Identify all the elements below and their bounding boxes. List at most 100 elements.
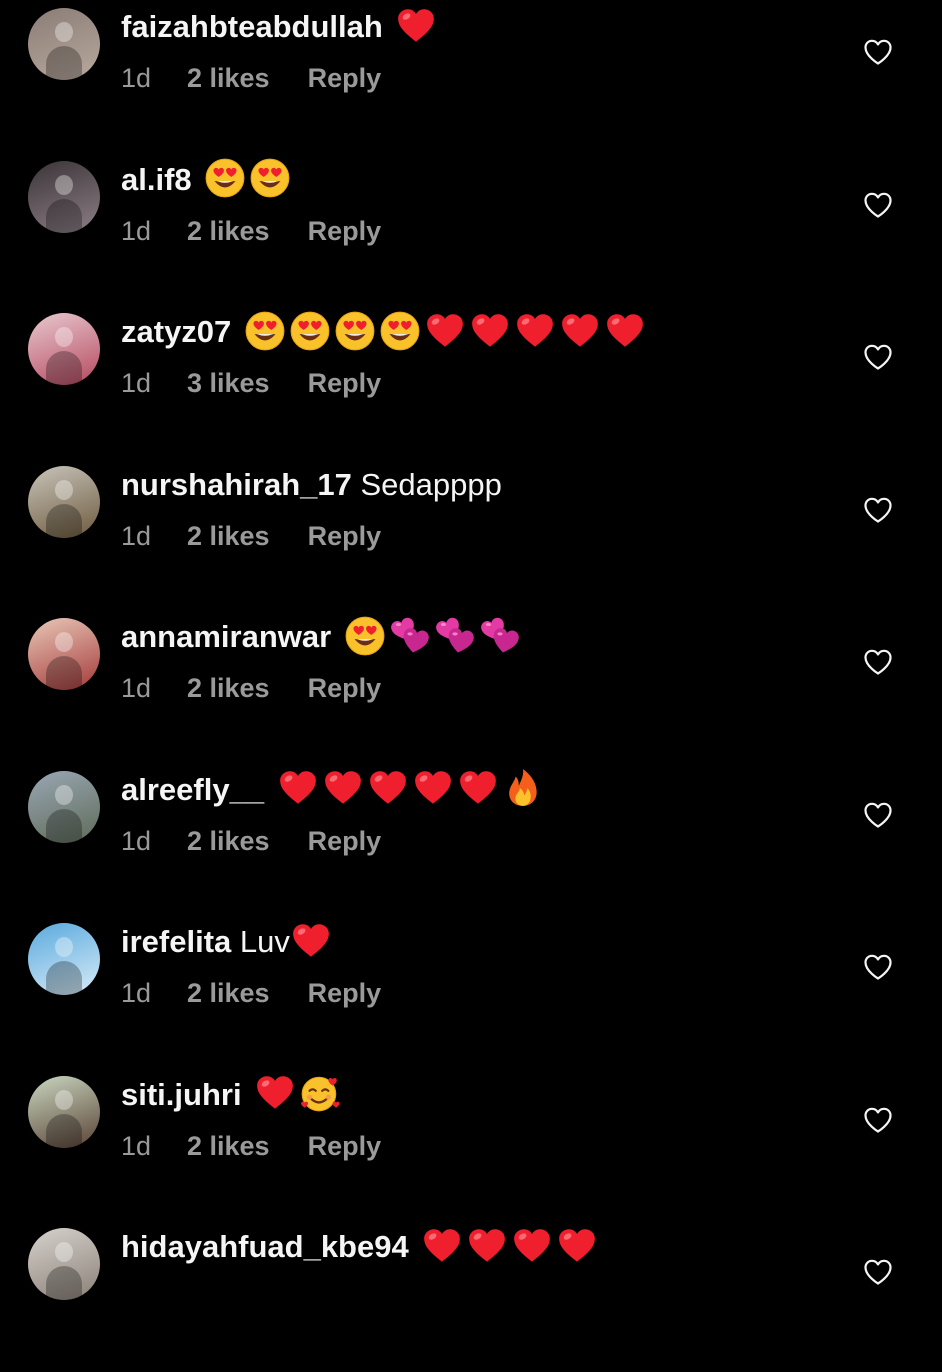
likes-count[interactable]: 3 likes bbox=[187, 365, 270, 401]
comment-row: siti.juhri 1d 2 likes Reply bbox=[0, 1068, 942, 1220]
avatar[interactable] bbox=[28, 1075, 100, 1148]
comment-row: hidayahfuad_kbe94 bbox=[0, 1220, 942, 1372]
red-heart-emoji-icon bbox=[466, 1225, 508, 1267]
red-heart-emoji-icon bbox=[469, 310, 511, 352]
comment-row: faizahbteabdullah 1d 2 likes Reply bbox=[0, 0, 942, 152]
likes-count[interactable]: 2 likes bbox=[187, 518, 270, 554]
comment-text: Sedapppp bbox=[360, 466, 502, 502]
timestamp: 1d bbox=[121, 978, 152, 1008]
red-heart-emoji-icon bbox=[277, 767, 319, 809]
username[interactable]: irefelita bbox=[121, 924, 231, 959]
likes-count[interactable]: 2 likes bbox=[187, 823, 270, 859]
red-heart-emoji-icon bbox=[511, 1225, 553, 1267]
avatar[interactable] bbox=[28, 923, 100, 995]
comment-body: annamiranwar bbox=[121, 615, 521, 659]
red-heart-emoji-icon bbox=[367, 767, 409, 809]
heart-outline-icon[interactable] bbox=[862, 341, 894, 373]
heart-eyes-emoji-icon bbox=[249, 157, 291, 199]
red-heart-emoji-icon bbox=[412, 767, 454, 809]
avatar[interactable] bbox=[28, 8, 100, 80]
emoji-group bbox=[244, 311, 646, 351]
emoji-group bbox=[290, 924, 332, 959]
red-heart-emoji-icon bbox=[254, 1072, 296, 1114]
heart-outline-icon[interactable] bbox=[862, 799, 894, 831]
heart-outline-icon[interactable] bbox=[862, 36, 894, 68]
emoji-group bbox=[395, 9, 437, 44]
comment-body: alreefly__ bbox=[121, 768, 544, 812]
comment-row: al.if8 1d 2 likes Reply bbox=[0, 153, 942, 305]
heart-outline-icon[interactable] bbox=[862, 189, 894, 221]
comment-meta: 1d 2 likes Reply bbox=[121, 60, 381, 96]
username[interactable]: al.if8 bbox=[121, 162, 192, 197]
red-heart-emoji-icon bbox=[421, 1225, 463, 1267]
reply-button[interactable]: Reply bbox=[308, 365, 382, 401]
heart-eyes-emoji-icon bbox=[344, 615, 386, 657]
timestamp: 1d bbox=[121, 1130, 152, 1161]
red-heart-emoji-icon bbox=[559, 310, 601, 352]
heart-outline-icon[interactable] bbox=[862, 646, 894, 678]
reply-button[interactable]: Reply bbox=[308, 213, 382, 249]
reply-button[interactable]: Reply bbox=[308, 823, 382, 859]
red-heart-emoji-icon bbox=[556, 1225, 598, 1267]
avatar[interactable] bbox=[28, 618, 100, 690]
emoji-group bbox=[277, 769, 544, 807]
comment-body: nurshahirah_17 Sedapppp bbox=[121, 463, 502, 507]
timestamp: 1d bbox=[121, 673, 152, 703]
username[interactable]: faizahbteabdullah bbox=[121, 9, 383, 44]
red-heart-emoji-icon bbox=[424, 310, 466, 352]
username[interactable]: alreefly__ bbox=[121, 772, 264, 807]
likes-count[interactable]: 2 likes bbox=[187, 670, 270, 706]
comment-meta: 1d 2 likes Reply bbox=[121, 213, 381, 249]
timestamp: 1d bbox=[121, 63, 152, 93]
likes-count[interactable]: 2 likes bbox=[187, 975, 270, 1011]
two-hearts-emoji-icon bbox=[434, 615, 476, 657]
comment-meta: 1d 2 likes Reply bbox=[121, 975, 381, 1011]
emoji-group bbox=[254, 1076, 341, 1112]
comment-body: irefelita Luv bbox=[121, 920, 332, 964]
avatar[interactable] bbox=[28, 160, 100, 233]
comment-row: irefelita Luv 1d 2 likes Reply bbox=[0, 915, 942, 1067]
reply-button[interactable]: Reply bbox=[308, 975, 382, 1011]
avatar[interactable] bbox=[28, 1228, 100, 1300]
username[interactable]: siti.juhri bbox=[121, 1077, 242, 1112]
username[interactable]: nurshahirah_17 bbox=[121, 467, 352, 502]
emoji-group bbox=[344, 616, 521, 656]
comment-row: nurshahirah_17 Sedapppp 1d 2 likes Reply bbox=[0, 458, 942, 610]
username[interactable]: annamiranwar bbox=[121, 619, 331, 654]
heart-outline-icon[interactable] bbox=[862, 494, 894, 526]
red-heart-emoji-icon bbox=[514, 310, 556, 352]
username[interactable]: hidayahfuad_kbe94 bbox=[121, 1229, 409, 1264]
avatar[interactable] bbox=[28, 465, 100, 538]
red-heart-emoji-icon bbox=[290, 920, 332, 962]
reply-button[interactable]: Reply bbox=[308, 670, 382, 706]
timestamp: 1d bbox=[121, 520, 152, 551]
likes-count[interactable]: 2 likes bbox=[187, 60, 270, 96]
comment-meta: 1d 3 likes Reply bbox=[121, 365, 381, 401]
heart-outline-icon[interactable] bbox=[862, 1256, 894, 1288]
likes-count[interactable]: 2 likes bbox=[187, 213, 270, 249]
heart-eyes-emoji-icon bbox=[334, 310, 376, 352]
timestamp: 1d bbox=[121, 825, 152, 856]
fire-emoji-icon bbox=[502, 767, 544, 809]
timestamp: 1d bbox=[121, 368, 152, 398]
heart-outline-icon[interactable] bbox=[862, 951, 894, 983]
comment-meta: 1d 2 likes Reply bbox=[121, 518, 381, 554]
comment-body: faizahbteabdullah bbox=[121, 5, 437, 49]
comment-text: Luv bbox=[239, 924, 290, 959]
heart-outline-icon[interactable] bbox=[862, 1104, 894, 1136]
comment-row: alreefly__ 1d 2 likes Reply bbox=[0, 763, 942, 915]
avatar[interactable] bbox=[28, 770, 100, 843]
heart-eyes-emoji-icon bbox=[379, 310, 421, 352]
red-heart-emoji-icon bbox=[604, 310, 646, 352]
username[interactable]: zatyz07 bbox=[121, 314, 231, 349]
red-heart-emoji-icon bbox=[395, 5, 437, 47]
avatar[interactable] bbox=[28, 313, 100, 385]
comment-body: zatyz07 bbox=[121, 310, 646, 354]
red-heart-emoji-icon bbox=[322, 767, 364, 809]
reply-button[interactable]: Reply bbox=[308, 1128, 382, 1164]
reply-button[interactable]: Reply bbox=[308, 60, 382, 96]
reply-button[interactable]: Reply bbox=[308, 518, 382, 554]
likes-count[interactable]: 2 likes bbox=[187, 1128, 270, 1164]
heart-eyes-emoji-icon bbox=[289, 310, 331, 352]
two-hearts-emoji-icon bbox=[479, 615, 521, 657]
